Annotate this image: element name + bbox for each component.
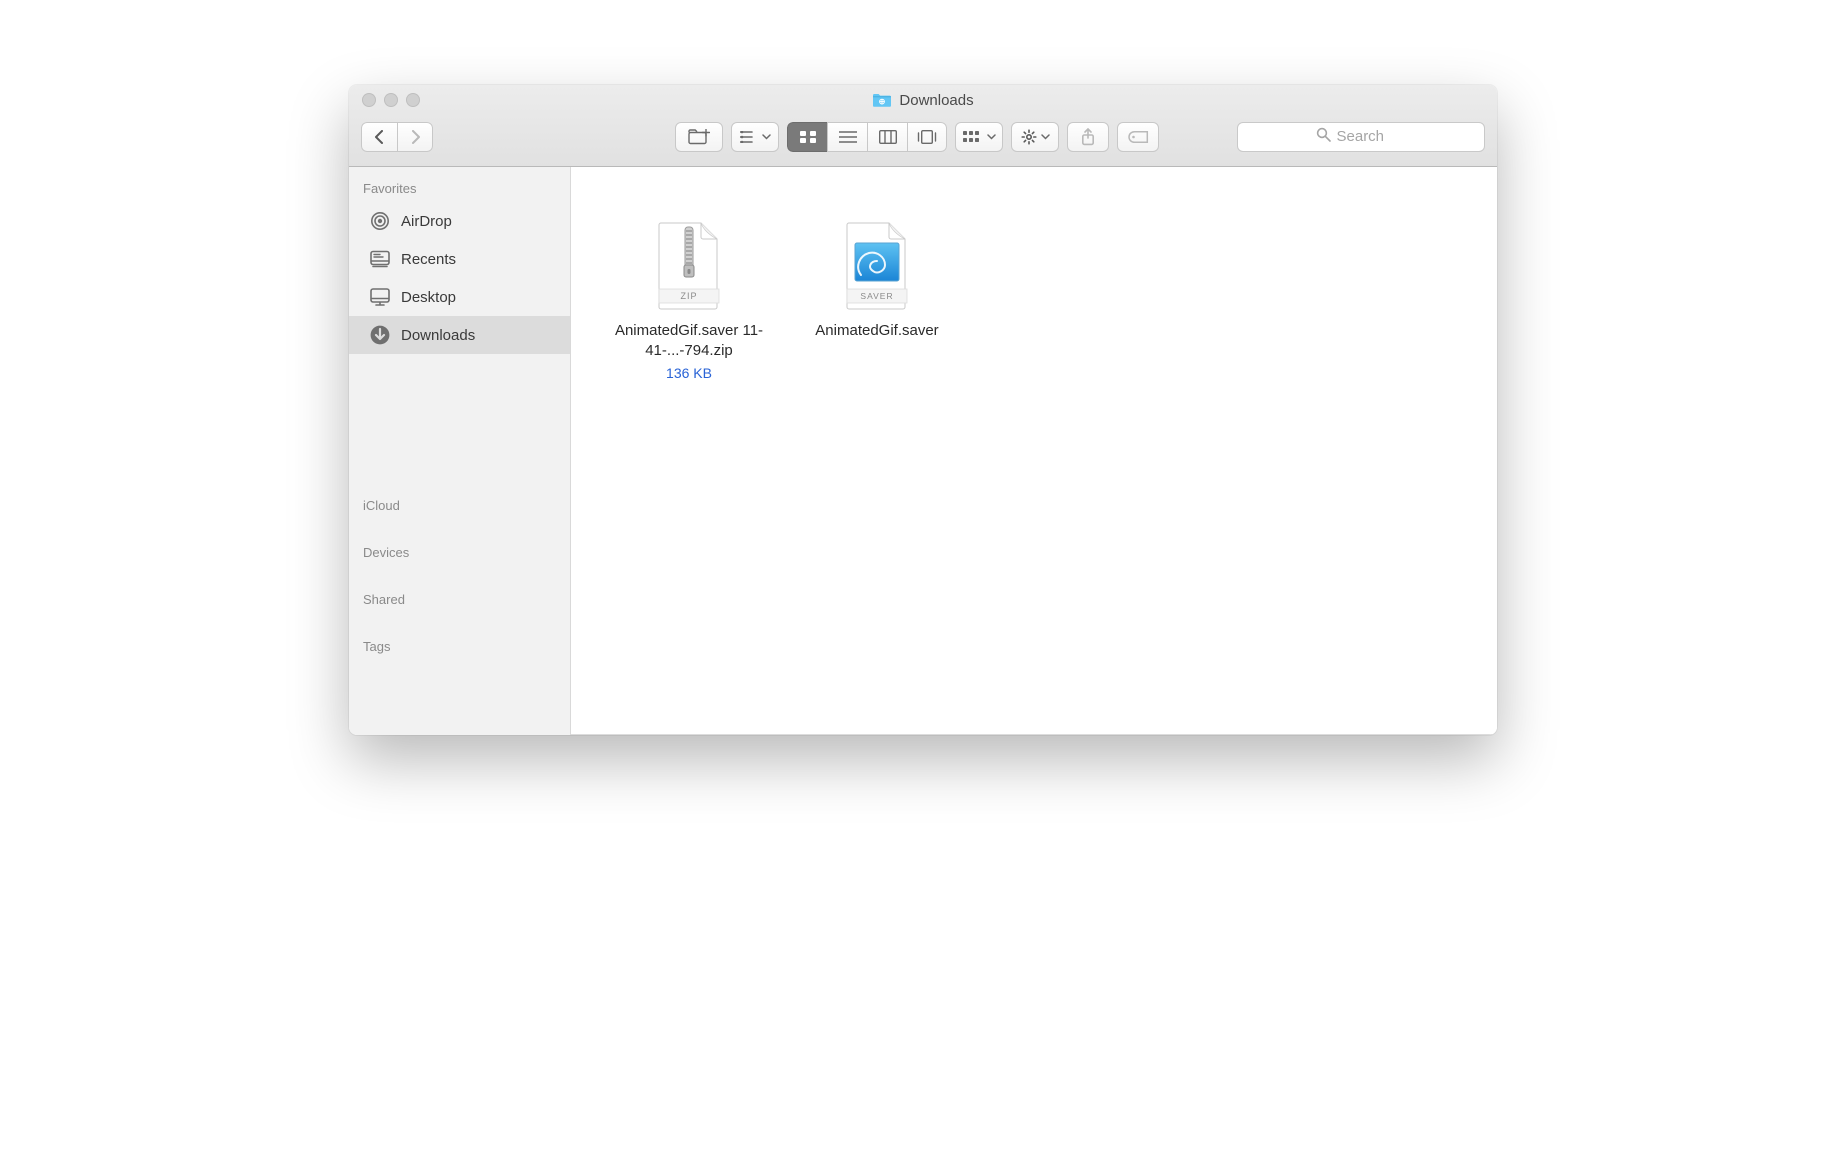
sidebar: Favorites AirDrop Recents: [349, 167, 571, 735]
file-size: 136 KB: [666, 365, 712, 381]
forward-button[interactable]: [397, 122, 433, 152]
desktop-icon: [369, 286, 391, 308]
file-item[interactable]: ZIP AnimatedGif.saver 11-41-...-794.zip …: [607, 219, 771, 381]
list-view-button[interactable]: [827, 122, 867, 152]
gallery-view-button[interactable]: [907, 122, 947, 152]
sort-button[interactable]: [731, 122, 779, 152]
content-area[interactable]: ZIP AnimatedGif.saver 11-41-...-794.zip …: [571, 167, 1497, 735]
sidebar-item-label: Desktop: [401, 289, 456, 306]
sidebar-section-tags[interactable]: Tags: [349, 635, 570, 660]
window-body: Favorites AirDrop Recents: [349, 167, 1497, 735]
downloads-icon: [369, 324, 391, 346]
file-name: AnimatedGif.saver 11-41-...-794.zip: [607, 321, 771, 362]
sidebar-section-favorites: Favorites: [349, 177, 570, 202]
svg-text:ZIP: ZIP: [680, 291, 697, 301]
view-mode-group: [787, 122, 947, 152]
new-folder-button[interactable]: [675, 122, 723, 152]
saver-file-icon: SAVER: [838, 219, 916, 313]
sidebar-item-label: Recents: [401, 251, 456, 268]
action-button[interactable]: [1011, 122, 1059, 152]
sidebar-item-label: Downloads: [401, 327, 475, 344]
sidebar-item-label: AirDrop: [401, 213, 452, 230]
icon-view-button[interactable]: [787, 122, 827, 152]
toolbar: [349, 115, 1497, 166]
zoom-window-button[interactable]: [406, 93, 420, 107]
titlebar: Downloads: [349, 85, 1497, 167]
tags-button[interactable]: [1117, 122, 1159, 152]
window-title-text: Downloads: [899, 92, 973, 109]
airdrop-icon: [369, 210, 391, 232]
folder-icon: [872, 92, 892, 108]
recents-icon: [369, 248, 391, 270]
share-button[interactable]: [1067, 122, 1109, 152]
finder-window: Downloads: [349, 85, 1497, 735]
search-field-wrap: [1237, 122, 1485, 152]
back-button[interactable]: [361, 122, 397, 152]
minimize-window-button[interactable]: [384, 93, 398, 107]
traffic-lights: [349, 93, 420, 107]
nav-group: [361, 122, 433, 152]
search-input[interactable]: [1337, 128, 1407, 145]
file-item[interactable]: SAVER AnimatedGif.saver: [795, 219, 959, 344]
files-area: ZIP AnimatedGif.saver 11-41-...-794.zip …: [571, 167, 1497, 405]
sidebar-section-shared[interactable]: Shared: [349, 588, 570, 613]
search-field[interactable]: [1237, 122, 1485, 152]
file-name: AnimatedGif.saver: [815, 321, 938, 341]
sidebar-item-recents[interactable]: Recents: [349, 240, 570, 278]
sidebar-item-downloads[interactable]: Downloads: [349, 316, 570, 354]
sidebar-item-airdrop[interactable]: AirDrop: [349, 202, 570, 240]
titlebar-top[interactable]: Downloads: [349, 85, 1497, 115]
close-window-button[interactable]: [362, 93, 376, 107]
group-by-button[interactable]: [955, 122, 1003, 152]
search-icon: [1316, 127, 1331, 146]
sidebar-section-icloud[interactable]: iCloud: [349, 494, 570, 519]
window-title: Downloads: [349, 92, 1497, 109]
sidebar-item-desktop[interactable]: Desktop: [349, 278, 570, 316]
zip-file-icon: ZIP: [650, 219, 728, 313]
svg-text:SAVER: SAVER: [860, 291, 893, 301]
column-view-button[interactable]: [867, 122, 907, 152]
sidebar-section-devices[interactable]: Devices: [349, 541, 570, 566]
